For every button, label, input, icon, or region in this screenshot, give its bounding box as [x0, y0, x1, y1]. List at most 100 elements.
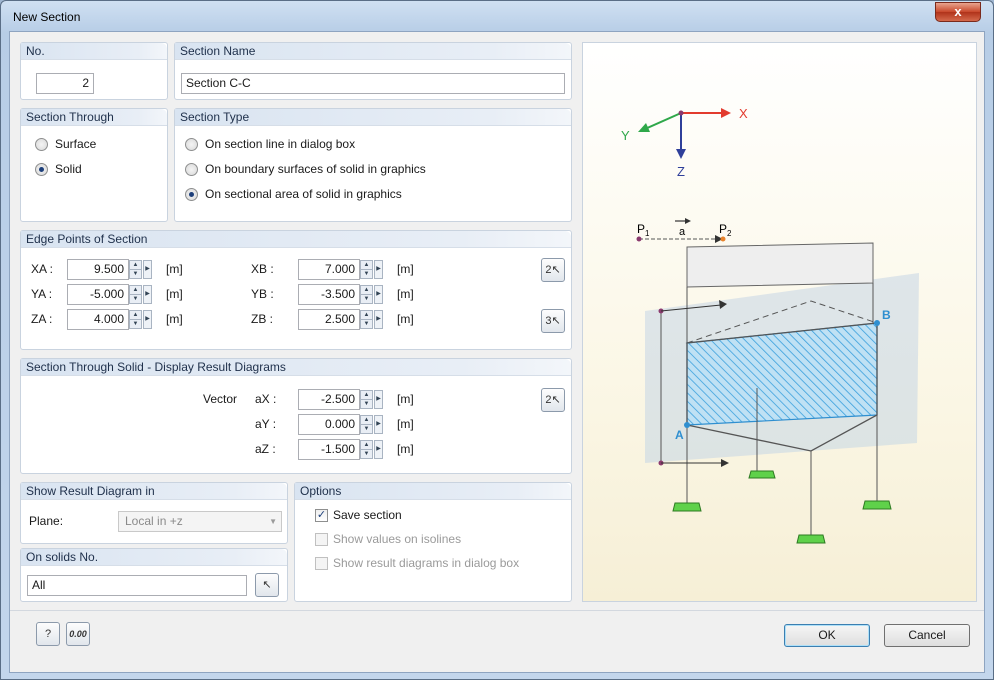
zb-arrow-button[interactable]: ▶	[374, 310, 383, 329]
ya-label: YA :	[31, 287, 53, 301]
show-values-label: Show values on isolines	[333, 532, 462, 546]
no-header: No.	[21, 43, 167, 60]
3-point-pick-icon: 3↖	[545, 315, 561, 327]
xa-spinner[interactable]: ▲ ▼	[129, 260, 142, 279]
window-title: New Section	[13, 10, 81, 24]
section-name-group: Section Name Section C-C	[174, 42, 572, 100]
pick-three-points-button[interactable]: 3↖	[541, 309, 565, 333]
yb-arrow-button[interactable]: ▶	[374, 285, 383, 304]
supports	[672, 470, 892, 544]
surface-label: Surface	[55, 137, 97, 151]
za-label: ZA :	[31, 312, 53, 326]
type-boundary-surfaces-label: On boundary surfaces of solid in graphic…	[205, 162, 426, 176]
on-solids-group: On solids No. All ↖	[20, 548, 288, 602]
ya-arrow-button[interactable]: ▶	[143, 285, 152, 304]
ya-unit: [m]	[166, 287, 183, 301]
ay-arrow-button[interactable]: ▶	[374, 415, 383, 434]
save-section-checkbox[interactable]: ✓	[315, 509, 328, 522]
za-spinner[interactable]: ▲ ▼	[129, 310, 142, 329]
dialog-window: New Section x No. 2 Section Name Section…	[0, 0, 994, 680]
plane-select[interactable]: Local in +z ▼	[118, 511, 282, 532]
ok-button[interactable]: OK	[784, 624, 870, 647]
options-header: Options	[295, 483, 571, 500]
options-group: Options ✓ Save section Show values on is…	[294, 482, 572, 602]
xb-arrow-button[interactable]: ▶	[374, 260, 383, 279]
type-sectional-area-radio[interactable]	[185, 188, 198, 201]
section-preview: X Y Z P1 P2 a A B	[582, 42, 977, 602]
az-spinner[interactable]: ▲ ▼	[360, 440, 373, 459]
az-arrow-button[interactable]: ▶	[374, 440, 383, 459]
az-input[interactable]: -1.500	[298, 439, 360, 460]
footer-separator	[10, 610, 984, 611]
help-button[interactable]: ?	[36, 622, 60, 646]
type-sectional-area-label: On sectional area of solid in graphics	[205, 187, 402, 201]
edge-points-header: Edge Points of Section	[21, 231, 571, 248]
type-dialog-line-label: On section line in dialog box	[205, 137, 356, 151]
ay-input[interactable]: 0.000	[298, 414, 360, 435]
top-slab	[686, 242, 874, 288]
xa-unit: [m]	[166, 262, 183, 276]
xb-label: XB :	[251, 262, 274, 276]
section-number-input[interactable]: 2	[36, 73, 94, 94]
yb-spinner[interactable]: ▲ ▼	[360, 285, 373, 304]
ax-arrow-button[interactable]: ▶	[374, 390, 383, 409]
az-unit: [m]	[397, 442, 414, 456]
za-unit: [m]	[166, 312, 183, 326]
ax-spinner[interactable]: ▲ ▼	[360, 390, 373, 409]
section-name-header: Section Name	[175, 43, 571, 60]
save-section-label: Save section	[333, 508, 402, 522]
dialog-body: No. 2 Section Name Section C-C Section T…	[9, 31, 985, 673]
zb-input[interactable]: 2.500	[298, 309, 360, 330]
units-icon: 0.00	[69, 629, 87, 639]
xa-input[interactable]: 9.500	[67, 259, 129, 280]
zb-unit: [m]	[397, 312, 414, 326]
show-result-group: Show Result Diagram in Plane: Local in +…	[20, 482, 288, 544]
section-name-input[interactable]: Section C-C	[181, 73, 565, 94]
xa-arrow-button[interactable]: ▶	[143, 260, 152, 279]
plane-label: Plane:	[29, 514, 64, 528]
axis-triad	[638, 108, 731, 159]
p2-label: P2	[719, 222, 732, 238]
no-group: No. 2	[20, 42, 168, 100]
ay-unit: [m]	[397, 417, 414, 431]
preview-graphic: X Y Z P1 P2 a A B	[621, 106, 919, 544]
title-bar: New Section x	[1, 1, 993, 31]
ya-input[interactable]: -5.000	[67, 284, 129, 305]
surface-radio[interactable]	[35, 138, 48, 151]
pick-cursor-icon: ↖	[262, 579, 272, 591]
cancel-button[interactable]: Cancel	[884, 624, 970, 647]
point-a-label: A	[675, 428, 684, 442]
section-type-group: Section Type On section line in dialog b…	[174, 108, 572, 222]
show-result-header: Show Result Diagram in	[21, 483, 287, 500]
pick-two-points-button[interactable]: 2↖	[541, 258, 565, 282]
ax-label: aX :	[255, 392, 277, 406]
yb-input[interactable]: -3.500	[298, 284, 360, 305]
solids-input[interactable]: All	[27, 575, 247, 596]
xb-input[interactable]: 7.000	[298, 259, 360, 280]
2-point-pick-icon: 2↖	[545, 264, 561, 276]
xb-spinner[interactable]: ▲ ▼	[360, 260, 373, 279]
show-diagrams-checkbox[interactable]	[315, 557, 328, 570]
xa-label: XA :	[31, 262, 54, 276]
ax-input[interactable]: -2.500	[298, 389, 360, 410]
ay-spinner[interactable]: ▲ ▼	[360, 415, 373, 434]
za-input[interactable]: 4.000	[67, 309, 129, 330]
yb-label: YB :	[251, 287, 274, 301]
vector-label: Vector	[203, 392, 238, 406]
pick-solids-button[interactable]: ↖	[255, 573, 279, 597]
pick-vector-button[interactable]: 2↖	[541, 388, 565, 412]
yb-unit: [m]	[397, 287, 414, 301]
axis-x-label: X	[739, 106, 748, 121]
units-button[interactable]: 0.00	[66, 622, 90, 646]
type-dialog-line-radio[interactable]	[185, 138, 198, 151]
ya-spinner[interactable]: ▲ ▼	[129, 285, 142, 304]
result-diagrams-group: Section Through Solid - Display Result D…	[20, 358, 572, 474]
solid-radio[interactable]	[35, 163, 48, 176]
close-button[interactable]: x	[935, 2, 981, 22]
za-arrow-button[interactable]: ▶	[143, 310, 152, 329]
section-through-header: Section Through	[21, 109, 167, 126]
section-type-header: Section Type	[175, 109, 571, 126]
zb-spinner[interactable]: ▲ ▼	[360, 310, 373, 329]
type-boundary-surfaces-radio[interactable]	[185, 163, 198, 176]
show-values-checkbox[interactable]	[315, 533, 328, 546]
